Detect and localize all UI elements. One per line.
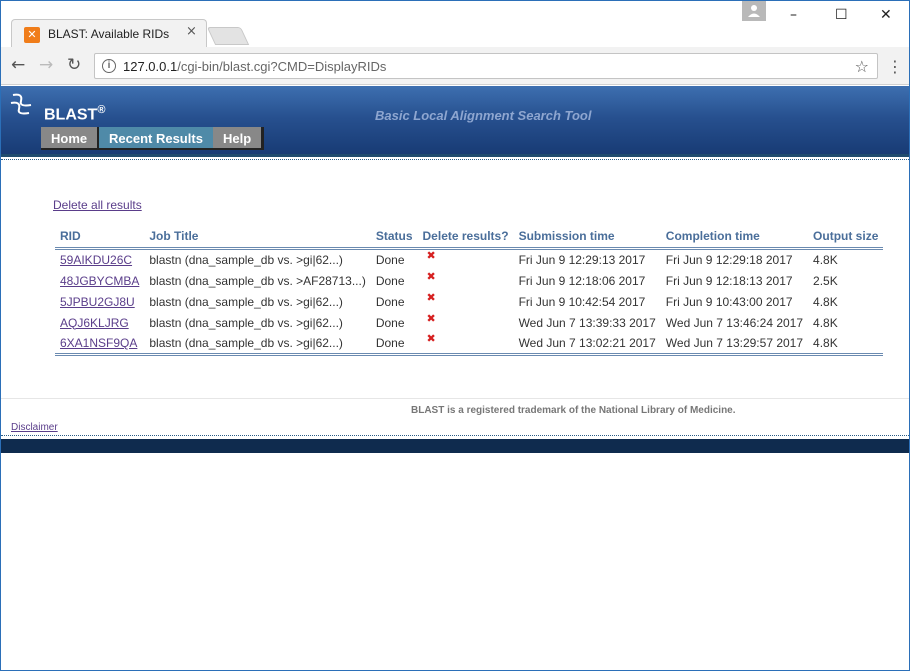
submission-time: Wed Jun 7 13:39:33 2017 (518, 315, 656, 330)
col-output-size: Output size (813, 229, 879, 243)
menu-icon[interactable]: ⋮ (887, 57, 903, 76)
delete-icon[interactable]: ✖ (427, 249, 436, 262)
delete-icon[interactable]: ✖ (427, 312, 436, 325)
table-row: 48JGBYCMBA blastn (dna_sample_db vs. >AF… (55, 270, 883, 291)
table-row: 5JPBU2GJ8U blastn (dna_sample_db vs. >gi… (55, 291, 883, 312)
col-completion-time: Completion time (665, 229, 760, 243)
minimize-icon[interactable]: – (790, 7, 797, 23)
status: Done (375, 294, 405, 309)
rid-link[interactable]: 5JPBU2GJ8U (60, 295, 135, 309)
col-job-title: Job Title (149, 229, 199, 243)
col-rid: RID (60, 229, 81, 243)
rid-link[interactable]: 59AIKDU26C (60, 253, 132, 267)
table-row: AQJ6KLJRG blastn (dna_sample_db vs. >gi|… (55, 312, 883, 333)
registered-mark: ® (97, 104, 106, 116)
status: Done (375, 253, 405, 267)
submission-time: Fri Jun 9 12:18:06 2017 (518, 273, 646, 288)
nav-help[interactable]: Help (213, 127, 265, 150)
delete-all-results-link[interactable]: Delete all results (53, 198, 142, 212)
url-text: 127.0.0.1/cgi-bin/blast.cgi?CMD=DisplayR… (123, 59, 386, 74)
job-title: blastn (dna_sample_db vs. >gi|62...) (149, 315, 343, 330)
status: Done (375, 273, 405, 288)
nav-home[interactable]: Home (41, 127, 101, 150)
output-size: 4.8K (813, 294, 838, 309)
blast-logo: BLAST® (44, 104, 105, 124)
delete-icon[interactable]: ✖ (427, 270, 436, 283)
col-status: Status (375, 229, 413, 243)
trademark-note: BLAST is a registered trademark of the N… (411, 405, 736, 416)
footer-dotted-line (1, 435, 909, 438)
submission-time: Fri Jun 9 12:29:13 2017 (518, 253, 646, 267)
new-tab-button[interactable] (206, 27, 250, 45)
job-title: blastn (dna_sample_db vs. >AF28713...) (149, 273, 366, 288)
tab-title: BLAST: Available RIDs (48, 27, 170, 41)
delete-icon[interactable]: ✖ (427, 291, 436, 304)
browser-tab[interactable]: ✕ BLAST: Available RIDs × (11, 19, 207, 48)
disclaimer-link[interactable]: Disclaimer (11, 422, 58, 433)
window-close-icon[interactable]: ✕ (880, 7, 892, 23)
col-submission-time: Submission time (518, 229, 615, 243)
header-dotted-line (1, 159, 909, 161)
completion-time: Fri Jun 9 12:18:13 2017 (665, 273, 793, 288)
dna-logo-icon (10, 93, 32, 115)
browser-titlebar: ✕ BLAST: Available RIDs × – ☐ ✕ (1, 1, 909, 48)
maximize-icon[interactable]: ☐ (835, 7, 848, 23)
completion-time: Fri Jun 9 12:29:18 2017 (665, 253, 793, 267)
job-title: blastn (dna_sample_db vs. >gi|62...) (149, 294, 343, 309)
table-row: 59AIKDU26C blastn (dna_sample_db vs. >gi… (55, 249, 883, 271)
status: Done (375, 336, 405, 350)
nav-recent-results[interactable]: Recent Results (99, 127, 216, 150)
browser-toolbar: ← → ↻ i 127.0.0.1/cgi-bin/blast.cgi?CMD=… (1, 47, 909, 85)
tagline: Basic Local Alignment Search Tool (375, 108, 592, 123)
profile-icon[interactable] (742, 1, 766, 21)
address-bar[interactable]: i 127.0.0.1/cgi-bin/blast.cgi?CMD=Displa… (94, 53, 878, 79)
forward-icon[interactable]: → (39, 57, 53, 74)
footer-bar (1, 439, 909, 453)
rid-link[interactable]: AQJ6KLJRG (60, 316, 129, 330)
back-icon[interactable]: ← (11, 57, 25, 74)
output-size: 2.5K (813, 273, 838, 288)
submission-time: Fri Jun 9 10:42:54 2017 (518, 294, 646, 309)
output-size: 4.8K (813, 336, 838, 350)
results-table: RID Job Title Status Delete results? Sub… (55, 226, 884, 356)
favicon-icon: ✕ (24, 27, 40, 43)
completion-time: Wed Jun 7 13:46:24 2017 (665, 315, 804, 330)
col-delete: Delete results? (422, 229, 509, 243)
star-icon[interactable]: ☆ (855, 57, 869, 76)
url-path: /cgi-bin/blast.cgi?CMD=DisplayRIDs (177, 59, 387, 74)
table-row: 6XA1NSF9QA blastn (dna_sample_db vs. >gi… (55, 332, 884, 355)
rid-link[interactable]: 48JGBYCMBA (60, 274, 139, 288)
close-tab-icon[interactable]: × (186, 24, 197, 39)
footer-divider (1, 398, 909, 399)
delete-icon[interactable]: ✖ (427, 332, 436, 345)
job-title: blastn (dna_sample_db vs. >gi|62...) (149, 336, 343, 350)
person-icon (748, 5, 760, 17)
job-title: blastn (dna_sample_db vs. >gi|62...) (149, 253, 343, 267)
status: Done (375, 315, 405, 330)
completion-time: Wed Jun 7 13:29:57 2017 (665, 336, 804, 350)
completion-time: Fri Jun 9 10:43:00 2017 (665, 294, 793, 309)
reload-icon[interactable]: ↻ (67, 57, 81, 74)
blast-header: BLAST® Basic Local Alignment Search Tool… (1, 86, 909, 156)
rid-link[interactable]: 6XA1NSF9QA (60, 336, 137, 350)
table-header-row: RID Job Title Status Delete results? Sub… (55, 226, 884, 249)
output-size: 4.8K (813, 315, 838, 330)
header-divider (1, 154, 909, 157)
output-size: 4.8K (813, 253, 838, 267)
logo-label: BLAST (44, 106, 98, 124)
submission-time: Wed Jun 7 13:02:21 2017 (518, 336, 656, 350)
url-host: 127.0.0.1 (123, 59, 178, 74)
info-icon[interactable]: i (102, 59, 116, 73)
